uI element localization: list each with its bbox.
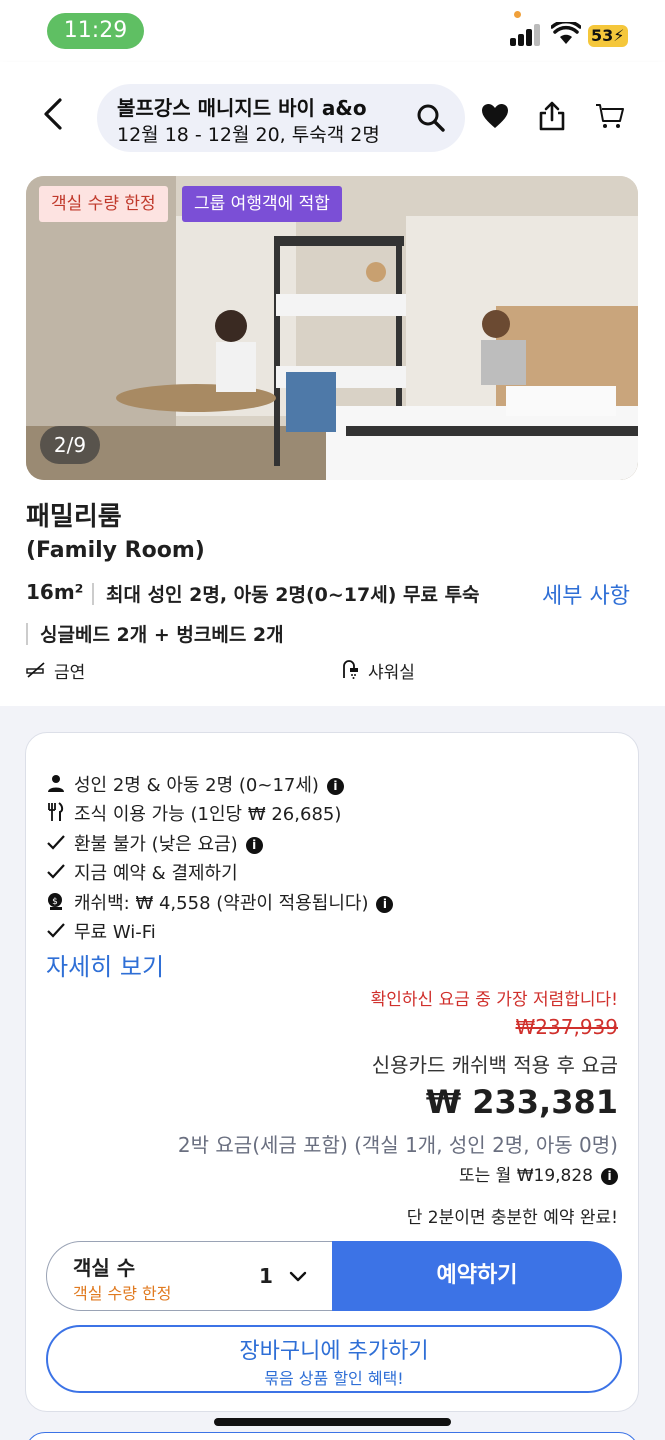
- check-icon: [47, 923, 65, 938]
- battery-icon: 53⚡: [588, 25, 628, 47]
- room-occupancy: 최대 성인 2명, 아동 2명(0~17세) 무료 투숙: [106, 584, 480, 606]
- divider: [26, 623, 28, 645]
- home-indicator[interactable]: [214, 1418, 451, 1426]
- search-summary-pill[interactable]: 볼프강스 매니지드 바이 a&o 12월 18 - 12월 20, 투숙객 2명: [97, 84, 465, 152]
- room-count-label: 객실 수: [73, 1256, 136, 1280]
- room-name-english: (Family Room): [26, 538, 205, 563]
- cashback-price-note: 신용카드 캐쉬백 적용 후 요금: [371, 1053, 618, 1077]
- check-icon: [47, 835, 65, 850]
- original-price: ₩237,939: [515, 1015, 618, 1039]
- heart-icon[interactable]: [479, 100, 511, 132]
- room-size: 16m²: [26, 580, 84, 604]
- photo-counter: 2/9: [40, 426, 100, 464]
- book-button[interactable]: 예약하기: [332, 1241, 622, 1311]
- privacy-indicator: [514, 11, 521, 18]
- stay-price-note: 2박 요금(세금 포함) (객실 1개, 성인 2명, 아동 0명): [177, 1133, 618, 1157]
- hotel-name: 볼프강스 매니지드 바이 a&o: [117, 96, 367, 120]
- monthly-payment-text: 또는 월 ₩19,828: [458, 1166, 593, 1186]
- dining-icon: [48, 802, 64, 821]
- room-count-limited: 객실 수량 한정: [73, 1284, 172, 1303]
- room-photo[interactable]: 객실 수량 한정 그룹 여행객에 적합 2/9: [26, 176, 638, 480]
- cellular-signal-icon: [510, 24, 544, 46]
- room-name: 패밀리룸: [26, 502, 122, 532]
- cashback-icon: $: [48, 893, 62, 910]
- feature-text: 조식 이용 가능 (1인당 ₩ 26,685): [74, 804, 342, 825]
- no-smoking-icon: [26, 662, 45, 678]
- feature-occupancy: 성인 2명 & 아동 2명 (0~17세) i: [46, 771, 606, 796]
- status-bar: 11:29 53⚡: [0, 0, 665, 62]
- feature-breakfast: 조식 이용 가능 (1인당 ₩ 26,685): [46, 800, 606, 825]
- feature-text: 성인 2명 & 아동 2명 (0~17세): [74, 775, 319, 796]
- see-more-link[interactable]: 자세히 보기: [46, 947, 164, 982]
- room-count-select[interactable]: 객실 수 객실 수량 한정 1: [46, 1241, 334, 1311]
- info-icon[interactable]: i: [376, 896, 394, 913]
- info-icon[interactable]: i: [326, 778, 344, 795]
- chevron-down-icon: [289, 1271, 307, 1282]
- status-time: 11:29: [47, 13, 144, 49]
- quick-booking-note: 단 2분이면 충분한 예약 완료!: [406, 1208, 618, 1228]
- divider: [92, 583, 94, 605]
- add-to-cart-button[interactable]: 장바구니에 추가하기 묶음 상품 할인 혜택!: [46, 1325, 622, 1393]
- feature-text: 지금 예약 & 결제하기: [74, 863, 238, 884]
- group-friendly-badge: 그룹 여행객에 적합: [182, 186, 342, 222]
- battery-level: 53: [591, 26, 614, 45]
- info-icon[interactable]: i: [601, 1168, 618, 1185]
- share-icon[interactable]: [536, 100, 568, 132]
- feature-cashback: $ 캐쉬백: ₩ 4,558 (약관이 적용됩니다) i: [46, 889, 606, 914]
- bed-configuration: 싱글베드 2개 + 벙크베드 2개: [40, 624, 284, 646]
- feature-text: 환불 불가 (낮은 요금): [74, 834, 238, 855]
- bundle-discount-label: 묶음 상품 할인 혜택!: [264, 1369, 404, 1388]
- cheapest-note: 확인하신 요금 중 가장 저렴합니다!: [370, 990, 618, 1010]
- offer-card: 성인 2명 & 아동 2명 (0~17세) i 조식 이용 가능 (1인당 ₩ 2…: [25, 732, 639, 1412]
- feature-wifi: 무료 Wi-Fi: [46, 918, 606, 943]
- room-summary: 객실 수량 한정 그룹 여행객에 적합 2/9 패밀리룸 (Family Roo…: [0, 166, 665, 706]
- feature-refund: 환불 불가 (낮은 요금) i: [46, 830, 606, 855]
- person-icon: [48, 775, 64, 792]
- feature-pay-now: 지금 예약 & 결제하기: [46, 859, 606, 884]
- room-count-value: 1: [259, 1264, 273, 1288]
- limited-rooms-badge: 객실 수량 한정: [39, 186, 168, 222]
- top-header: 볼프강스 매니지드 바이 a&o 12월 18 - 12월 20, 투숙객 2명: [0, 62, 665, 166]
- add-to-cart-label: 장바구니에 추가하기: [239, 1339, 429, 1364]
- svg-text:$: $: [52, 897, 58, 907]
- cart-icon[interactable]: [594, 100, 626, 132]
- amenity-shower: 샤워실: [368, 663, 415, 683]
- wifi-icon: [551, 22, 581, 44]
- amenity-no-smoking: 금연: [54, 663, 86, 683]
- room-details-link[interactable]: 세부 사항: [542, 578, 630, 610]
- feature-text: 캐쉬백: ₩ 4,558 (약관이 적용됩니다): [74, 893, 369, 914]
- shower-icon: [343, 660, 358, 679]
- feature-text: 무료 Wi-Fi: [74, 922, 156, 943]
- search-icon[interactable]: [415, 102, 447, 134]
- final-price: ₩ 233,381: [425, 1083, 618, 1121]
- back-arrow-icon[interactable]: [40, 96, 66, 132]
- monthly-payment: 또는 월 ₩19,828 i: [459, 1161, 618, 1186]
- info-icon[interactable]: i: [245, 837, 263, 854]
- next-offer-card: [25, 1432, 639, 1440]
- stay-dates-guests: 12월 18 - 12월 20, 투숙객 2명: [117, 124, 380, 146]
- check-icon: [47, 864, 65, 879]
